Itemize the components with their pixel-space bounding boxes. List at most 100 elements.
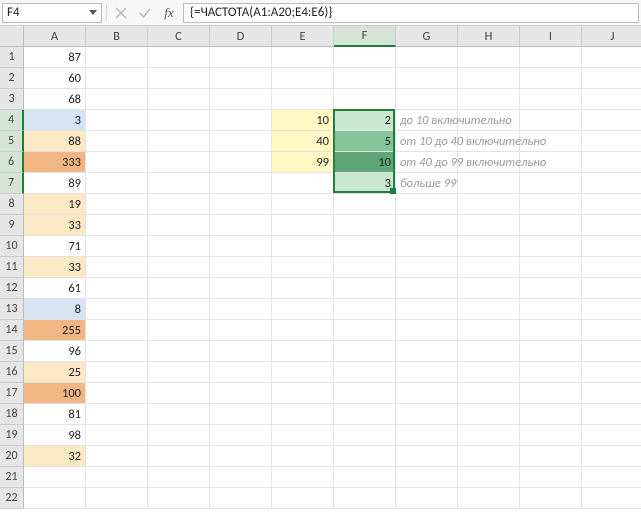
cell[interactable] bbox=[148, 404, 210, 425]
cell[interactable] bbox=[210, 215, 272, 236]
cell[interactable] bbox=[458, 278, 520, 299]
row-header[interactable]: 11 bbox=[0, 257, 24, 278]
cell[interactable]: 98 bbox=[24, 425, 86, 446]
cell[interactable] bbox=[396, 215, 458, 236]
cell[interactable] bbox=[86, 404, 148, 425]
cell[interactable] bbox=[86, 362, 148, 383]
cell[interactable] bbox=[520, 467, 582, 488]
cell[interactable] bbox=[582, 467, 641, 488]
worksheet-grid[interactable]: ABCDEFGHIJ18726036843102до 10 включитель… bbox=[0, 26, 641, 509]
row-header[interactable]: 1 bbox=[0, 47, 24, 68]
cell[interactable] bbox=[210, 320, 272, 341]
cell[interactable]: 60 bbox=[24, 68, 86, 89]
cell[interactable] bbox=[582, 341, 641, 362]
cell[interactable] bbox=[86, 215, 148, 236]
cell[interactable] bbox=[272, 236, 334, 257]
cell[interactable] bbox=[396, 467, 458, 488]
select-all-corner[interactable] bbox=[0, 26, 24, 47]
cell[interactable] bbox=[210, 383, 272, 404]
row-header[interactable]: 15 bbox=[0, 341, 24, 362]
cell[interactable] bbox=[148, 110, 210, 131]
cell[interactable]: 3 bbox=[24, 110, 86, 131]
column-header[interactable]: F bbox=[334, 26, 396, 47]
cell[interactable] bbox=[396, 341, 458, 362]
cell[interactable] bbox=[520, 194, 582, 215]
cell[interactable] bbox=[148, 236, 210, 257]
cell[interactable] bbox=[334, 47, 396, 68]
name-box[interactable]: F4 bbox=[2, 3, 102, 23]
cell[interactable] bbox=[334, 89, 396, 110]
cell[interactable] bbox=[210, 131, 272, 152]
cell[interactable] bbox=[582, 110, 641, 131]
cell[interactable] bbox=[520, 425, 582, 446]
fx-icon[interactable]: fx bbox=[159, 3, 179, 23]
cell[interactable] bbox=[86, 131, 148, 152]
cell[interactable] bbox=[334, 446, 396, 467]
cell[interactable] bbox=[334, 467, 396, 488]
cell[interactable] bbox=[334, 488, 396, 509]
cell[interactable] bbox=[582, 320, 641, 341]
cell[interactable]: 255 bbox=[24, 320, 86, 341]
cell[interactable] bbox=[272, 446, 334, 467]
cell[interactable] bbox=[210, 404, 272, 425]
cell[interactable] bbox=[458, 68, 520, 89]
cell[interactable] bbox=[396, 47, 458, 68]
cell[interactable] bbox=[210, 257, 272, 278]
cell[interactable] bbox=[148, 467, 210, 488]
cell[interactable] bbox=[396, 362, 458, 383]
cell[interactable] bbox=[582, 404, 641, 425]
cell[interactable] bbox=[582, 215, 641, 236]
cell[interactable] bbox=[396, 68, 458, 89]
cell[interactable] bbox=[86, 341, 148, 362]
cancel-icon[interactable] bbox=[111, 3, 131, 23]
cell[interactable] bbox=[582, 236, 641, 257]
column-header[interactable]: B bbox=[86, 26, 148, 47]
cell[interactable] bbox=[272, 404, 334, 425]
cell[interactable] bbox=[334, 320, 396, 341]
cell[interactable] bbox=[520, 299, 582, 320]
cell[interactable] bbox=[334, 404, 396, 425]
cell[interactable] bbox=[148, 299, 210, 320]
cell[interactable]: 33 bbox=[24, 215, 86, 236]
cell[interactable] bbox=[148, 278, 210, 299]
cell[interactable] bbox=[210, 467, 272, 488]
cell[interactable] bbox=[210, 110, 272, 131]
cell[interactable] bbox=[334, 278, 396, 299]
cell[interactable] bbox=[582, 152, 641, 173]
cell[interactable] bbox=[210, 446, 272, 467]
cell[interactable] bbox=[520, 173, 582, 194]
cell[interactable] bbox=[210, 68, 272, 89]
row-header[interactable]: 19 bbox=[0, 425, 24, 446]
cell[interactable] bbox=[520, 68, 582, 89]
chevron-down-icon[interactable] bbox=[89, 10, 97, 15]
cell[interactable] bbox=[582, 383, 641, 404]
cell[interactable] bbox=[210, 89, 272, 110]
cell[interactable] bbox=[148, 173, 210, 194]
cell[interactable] bbox=[210, 194, 272, 215]
cell[interactable]: 2 bbox=[334, 110, 396, 131]
cell[interactable] bbox=[396, 488, 458, 509]
cell[interactable] bbox=[334, 257, 396, 278]
cell[interactable] bbox=[458, 89, 520, 110]
cell[interactable] bbox=[86, 320, 148, 341]
cell[interactable] bbox=[272, 89, 334, 110]
cell[interactable] bbox=[458, 341, 520, 362]
cell[interactable]: 10 bbox=[334, 152, 396, 173]
cell[interactable] bbox=[210, 425, 272, 446]
cell[interactable] bbox=[458, 488, 520, 509]
row-header[interactable]: 5 bbox=[0, 131, 24, 152]
cell[interactable] bbox=[582, 68, 641, 89]
cell[interactable] bbox=[272, 467, 334, 488]
cell[interactable] bbox=[458, 173, 520, 194]
cell[interactable] bbox=[520, 446, 582, 467]
cell[interactable] bbox=[272, 68, 334, 89]
cell[interactable] bbox=[86, 446, 148, 467]
cell[interactable] bbox=[582, 47, 641, 68]
cell[interactable] bbox=[86, 110, 148, 131]
cell[interactable] bbox=[272, 215, 334, 236]
cell[interactable] bbox=[210, 488, 272, 509]
cell[interactable] bbox=[148, 488, 210, 509]
cell[interactable] bbox=[86, 194, 148, 215]
cell[interactable] bbox=[396, 194, 458, 215]
cell[interactable] bbox=[210, 236, 272, 257]
